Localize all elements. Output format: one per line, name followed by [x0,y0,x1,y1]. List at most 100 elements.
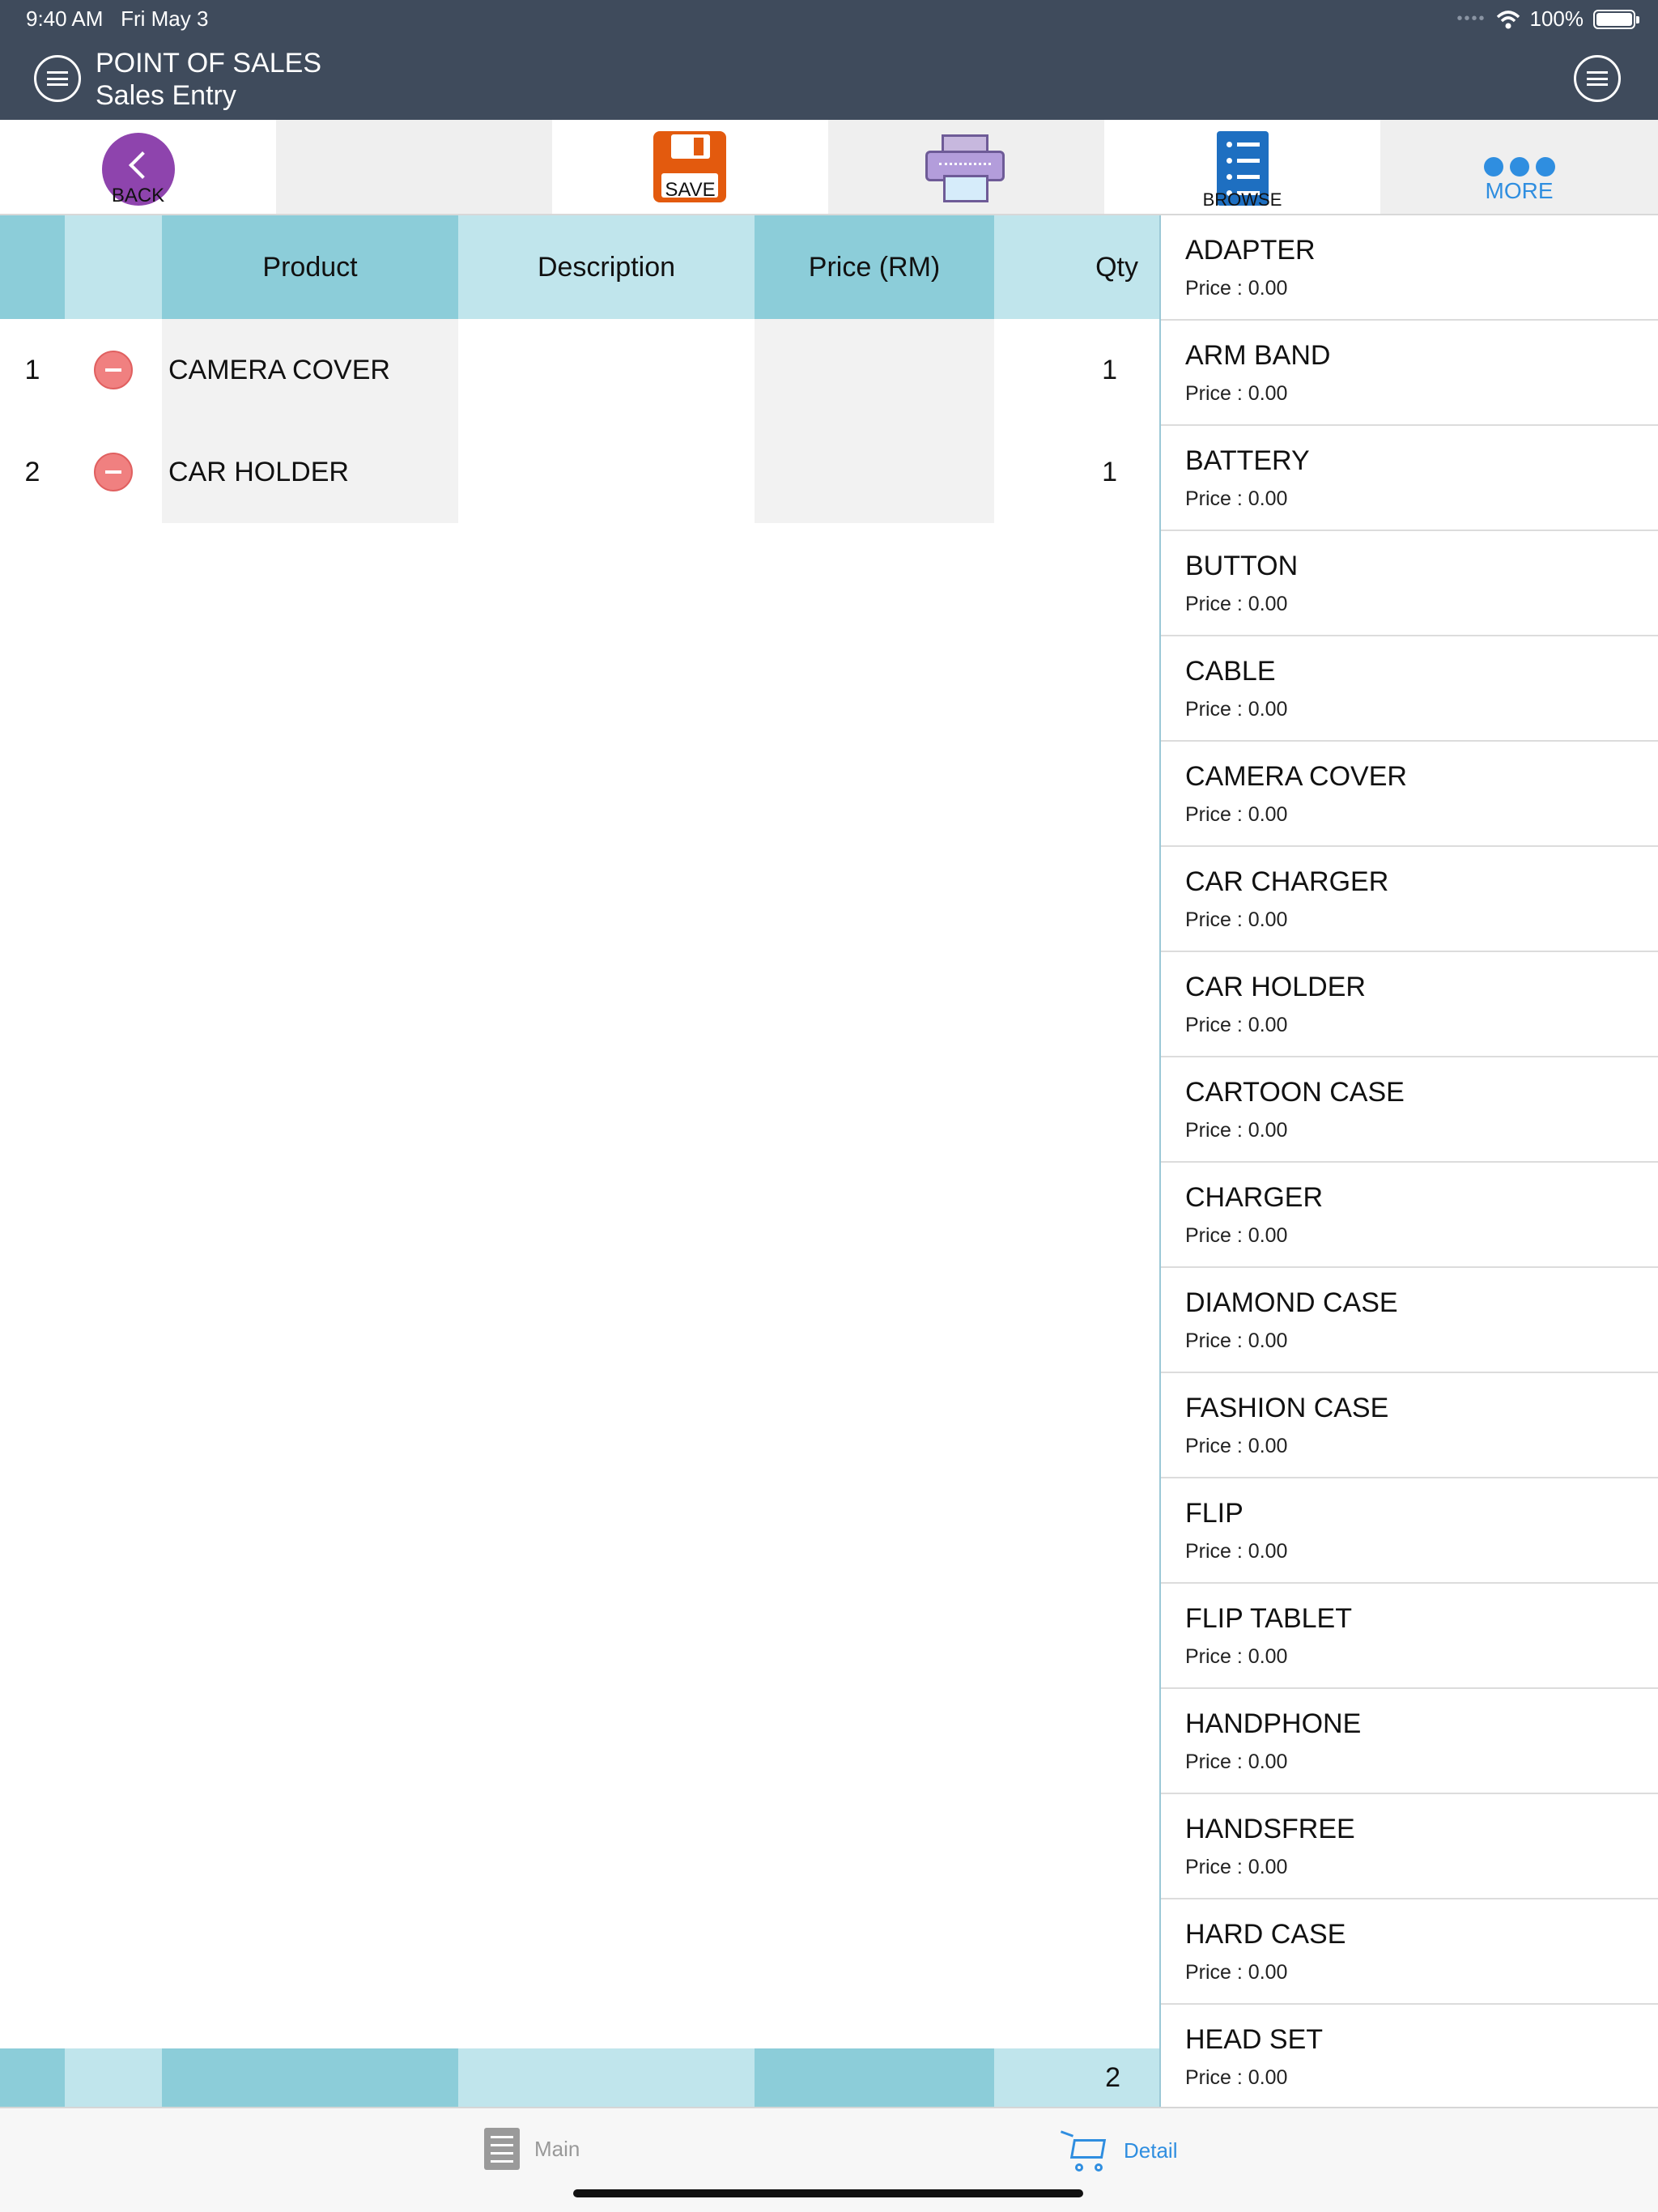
hamburger-icon [47,71,68,86]
row-number: 2 [24,456,40,487]
product-price: Price : 0.00 [1185,1961,1288,1984]
product-price: Price : 0.00 [1185,1329,1288,1352]
product-name: FLIP [1185,1498,1244,1529]
product-list-item[interactable]: HARD CASE Price : 0.00 [1161,1899,1658,2005]
product-list-item[interactable]: BUTTON Price : 0.00 [1161,531,1658,636]
col-header-product[interactable]: Product [162,215,458,319]
toolbar: BACK SAVE BROWSE MORE [0,120,1658,215]
col-header-remove [65,215,162,319]
product-list-item[interactable]: HEAD SET Price : 0.00 [1161,2005,1658,2107]
tab-detail[interactable]: Detail [1060,2128,1177,2173]
back-button[interactable]: BACK [0,120,276,214]
more-label: MORE [1485,178,1554,203]
product-list-item[interactable]: CAR CHARGER Price : 0.00 [1161,847,1658,952]
grid-totals-row: 2 [0,2048,1159,2107]
product-name: HARD CASE [1185,1919,1346,1950]
product-list-item[interactable]: CAR HOLDER Price : 0.00 [1161,952,1658,1057]
product-list-item[interactable]: HANDPHONE Price : 0.00 [1161,1689,1658,1794]
table-row[interactable]: 1 CAMERA COVER 1 [0,319,1159,421]
back-label: BACK [111,185,165,206]
product-name: HEAD SET [1185,2024,1324,2055]
browse-label: BROWSE [1202,189,1282,210]
battery-icon [1593,9,1639,29]
product-name: CAMERA COVER [1185,761,1407,792]
left-menu-button[interactable] [34,55,81,102]
browse-button[interactable]: BROWSE [1104,120,1380,214]
row-price [755,319,994,421]
col-header-qty[interactable]: Qty [994,215,1159,319]
product-price: Price : 0.00 [1185,1119,1288,1142]
product-list-item[interactable]: CABLE Price : 0.00 [1161,636,1658,742]
product-price: Price : 0.00 [1185,1645,1288,1668]
product-price: Price : 0.00 [1185,2066,1288,2089]
table-row[interactable]: 2 CAR HOLDER 1 [0,421,1159,523]
toolbar-empty-slot [276,120,552,214]
product-name: BATTERY [1185,445,1310,476]
product-price: Price : 0.00 [1185,277,1288,300]
col-header-description[interactable]: Description [458,215,755,319]
list-icon [484,2128,520,2170]
status-bar-indicators: •••• 100% [1456,6,1639,32]
right-menu-button[interactable] [1574,55,1621,102]
product-name: FASHION CASE [1185,1393,1389,1423]
product-list-item[interactable]: ADAPTER Price : 0.00 [1161,215,1658,321]
row-qty[interactable]: 1 [994,319,1159,421]
remove-row-button[interactable] [65,421,162,523]
status-bar-time: 9:40 AM Fri May 3 [26,6,208,32]
product-price: Price : 0.00 [1185,908,1288,931]
product-name: HANDPHONE [1185,1708,1362,1739]
product-list-item[interactable]: FLIP Price : 0.00 [1161,1478,1658,1584]
row-qty[interactable]: 1 [994,421,1159,523]
product-price: Price : 0.00 [1185,1435,1288,1457]
product-name: FLIP TABLET [1185,1603,1352,1634]
tab-main-label: Main [534,2136,580,2161]
total-qty: 2 [994,2048,1159,2107]
status-time: 9:40 AM [26,6,104,31]
product-list-item[interactable]: CHARGER Price : 0.00 [1161,1163,1658,1268]
battery-percent: 100% [1529,6,1584,31]
product-list-item[interactable]: ARM BAND Price : 0.00 [1161,321,1658,426]
totals-cell [0,2048,65,2107]
product-list-item[interactable]: CARTOON CASE Price : 0.00 [1161,1057,1658,1163]
col-header-price[interactable]: Price (RM) [755,215,994,319]
tab-main[interactable]: Main [484,2128,580,2170]
row-product: CAR HOLDER [162,421,458,523]
product-name: CAR CHARGER [1185,866,1389,897]
page-subtitle: Sales Entry [96,80,236,111]
product-price: Price : 0.00 [1185,1540,1288,1563]
cart-icon [1060,2128,1109,2173]
product-price: Price : 0.00 [1185,698,1288,721]
product-list-item[interactable]: DIAMOND CASE Price : 0.00 [1161,1268,1658,1373]
product-list[interactable]: ADAPTER Price : 0.00 ARM BAND Price : 0.00 B… [1161,215,1658,2107]
remove-row-button[interactable] [65,319,162,421]
product-list-item[interactable]: FASHION CASE Price : 0.00 [1161,1373,1658,1478]
product-list-item[interactable]: BATTERY Price : 0.00 [1161,426,1658,531]
row-description [458,319,755,421]
wifi-icon [1496,10,1520,28]
more-button[interactable]: MORE [1380,120,1658,214]
product-list-item[interactable]: HANDSFREE Price : 0.00 [1161,1794,1658,1899]
product-name: ARM BAND [1185,340,1331,371]
save-label: SAVE [665,179,716,201]
print-button[interactable] [828,120,1104,214]
product-price: Price : 0.00 [1185,803,1288,826]
totals-cell [65,2048,162,2107]
product-price: Price : 0.00 [1185,1224,1288,1247]
product-price: Price : 0.00 [1185,1014,1288,1036]
minus-circle-icon [94,453,133,491]
printer-icon [925,134,1005,202]
product-list-item[interactable]: CAMERA COVER Price : 0.00 [1161,742,1658,847]
product-name: CARTOON CASE [1185,1077,1405,1108]
status-date: Fri May 3 [121,6,209,31]
save-button[interactable]: SAVE [552,120,828,214]
row-number: 1 [24,354,40,385]
hamburger-icon [1587,71,1608,86]
product-list-item[interactable]: FLIP TABLET Price : 0.00 [1161,1584,1658,1689]
totals-cell [162,2048,458,2107]
product-name: CABLE [1185,656,1276,687]
product-name: DIAMOND CASE [1185,1287,1398,1318]
row-product: CAMERA COVER [162,319,458,421]
product-price: Price : 0.00 [1185,1750,1288,1773]
product-price: Price : 0.00 [1185,593,1288,615]
minus-circle-icon [94,351,133,389]
